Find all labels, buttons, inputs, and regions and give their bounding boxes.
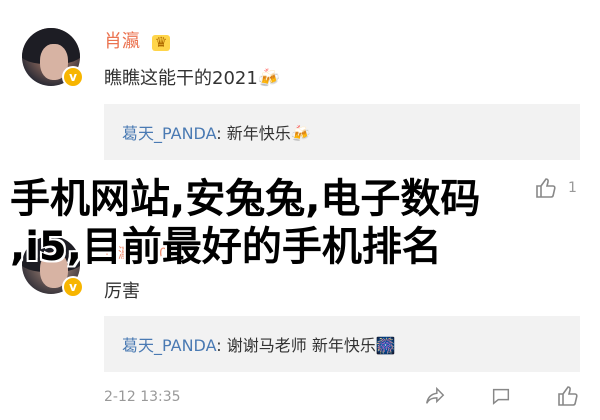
reply-box[interactable]: 葛天_PANDA: 谢谢马老师 新年快乐🎆 (104, 316, 580, 372)
reply-separator: : (216, 336, 227, 355)
like-count: 1 (568, 180, 577, 196)
timestamp: 2-12 13:35 (104, 389, 181, 405)
reply-text: 新年快乐🍻 (226, 124, 311, 143)
reply-box[interactable]: 葛天_PANDA: 新年快乐🍻 (104, 104, 580, 160)
reply-content: 葛天_PANDA: 新年快乐🍻 (122, 120, 311, 144)
share-icon[interactable] (424, 385, 446, 407)
username[interactable]: 肖瀛 ♛ (104, 27, 171, 53)
reply-separator: : (216, 124, 227, 143)
reply-username[interactable]: 葛天_PANDA (122, 336, 216, 355)
overlay-title-line-2: ,i5,目前最好的手机排名 (10, 224, 442, 270)
reply-username[interactable]: 葛天_PANDA (122, 124, 216, 143)
verified-badge-icon: v (62, 276, 84, 298)
username-text: 肖瀛 (104, 31, 140, 52)
comment-text: 瞧瞧这能干的2021🍻 (104, 68, 281, 89)
like-icon[interactable] (534, 176, 558, 200)
vip-badge-icon: ♛ (151, 35, 171, 51)
reply-icon[interactable] (490, 385, 512, 407)
verified-badge-icon: v (62, 66, 84, 88)
like-icon[interactable] (556, 384, 580, 408)
comment-text: 厉害 (104, 281, 140, 302)
reply-content: 葛天_PANDA: 谢谢马老师 新年快乐🎆 (122, 332, 396, 356)
reply-text: 谢谢马老师 新年快乐🎆 (226, 336, 396, 355)
